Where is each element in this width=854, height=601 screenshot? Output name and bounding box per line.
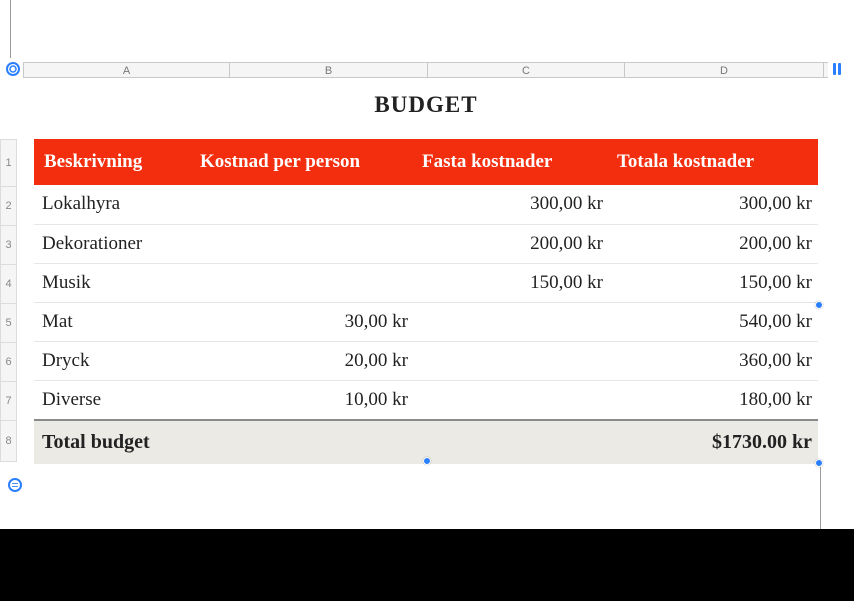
selection-handle[interactable] [815,301,823,309]
cell-pp[interactable]: 30,00 kr [192,302,414,341]
table-row: Mat 30,00 kr 540,00 kr [34,302,818,341]
add-column-handle[interactable] [833,63,841,75]
callout-line [10,0,11,58]
background-strip [0,529,854,601]
footer-total[interactable]: $1730.00 kr [414,420,818,464]
cell-desc[interactable]: Mat [34,302,192,341]
cell-total[interactable]: 360,00 kr [609,341,818,380]
cell-fixed[interactable]: 300,00 kr [414,185,609,224]
col-header-d[interactable]: D [625,63,824,77]
selection-handle[interactable] [815,459,823,467]
col-header-b[interactable]: B [230,63,428,77]
cell-total[interactable]: 540,00 kr [609,302,818,341]
add-row-handle[interactable]: = [8,478,22,492]
budget-table: Beskrivning Kostnad per person Fasta kos… [34,139,818,464]
row-header-7[interactable]: 7 [0,382,17,421]
header-kostnad-per-person[interactable]: Kostnad per person [192,139,414,185]
cell-total[interactable]: 150,00 kr [609,263,818,302]
cell-desc[interactable]: Musik [34,263,192,302]
cell-pp[interactable]: 20,00 kr [192,341,414,380]
row-header-4[interactable]: 4 [0,265,17,304]
header-fasta-kostnader[interactable]: Fasta kostnader [414,139,609,185]
cell-fixed[interactable] [414,341,609,380]
column-header-bar: A B C D [23,62,828,78]
cell-total[interactable]: 200,00 kr [609,224,818,263]
col-header-a[interactable]: A [23,63,230,77]
row-header-strip: 1 2 3 4 5 6 7 8 [0,139,17,462]
cell-total[interactable]: 300,00 kr [609,185,818,224]
row-header-8[interactable]: 8 [0,421,17,462]
cell-pp[interactable] [192,263,414,302]
cell-pp[interactable]: 10,00 kr [192,380,414,420]
cell-pp[interactable] [192,185,414,224]
cell-fixed[interactable]: 150,00 kr [414,263,609,302]
table-title[interactable]: BUDGET [34,92,818,118]
selection-handle[interactable] [423,457,431,465]
cell-desc[interactable]: Diverse [34,380,192,420]
header-totala-kostnader[interactable]: Totala kostnader [609,139,818,185]
table-row: Lokalhyra 300,00 kr 300,00 kr [34,185,818,224]
table-corner-handle[interactable] [6,62,20,76]
header-beskrivning[interactable]: Beskrivning [34,139,192,185]
row-header-1[interactable]: 1 [0,139,17,187]
row-header-2[interactable]: 2 [0,187,17,226]
cell-desc[interactable]: Dekorationer [34,224,192,263]
table-header-row: Beskrivning Kostnad per person Fasta kos… [34,139,818,185]
cell-fixed[interactable] [414,302,609,341]
col-header-c[interactable]: C [428,63,625,77]
cell-total[interactable]: 180,00 kr [609,380,818,420]
cell-desc[interactable]: Dryck [34,341,192,380]
row-header-6[interactable]: 6 [0,343,17,382]
table-row: Diverse 10,00 kr 180,00 kr [34,380,818,420]
footer-label[interactable]: Total budget [34,420,414,464]
cell-pp[interactable] [192,224,414,263]
cell-fixed[interactable] [414,380,609,420]
cell-desc[interactable]: Lokalhyra [34,185,192,224]
table-row: Musik 150,00 kr 150,00 kr [34,263,818,302]
row-header-3[interactable]: 3 [0,226,17,265]
table-row: Dekorationer 200,00 kr 200,00 kr [34,224,818,263]
row-header-5[interactable]: 5 [0,304,17,343]
table-row: Dryck 20,00 kr 360,00 kr [34,341,818,380]
cell-fixed[interactable]: 200,00 kr [414,224,609,263]
